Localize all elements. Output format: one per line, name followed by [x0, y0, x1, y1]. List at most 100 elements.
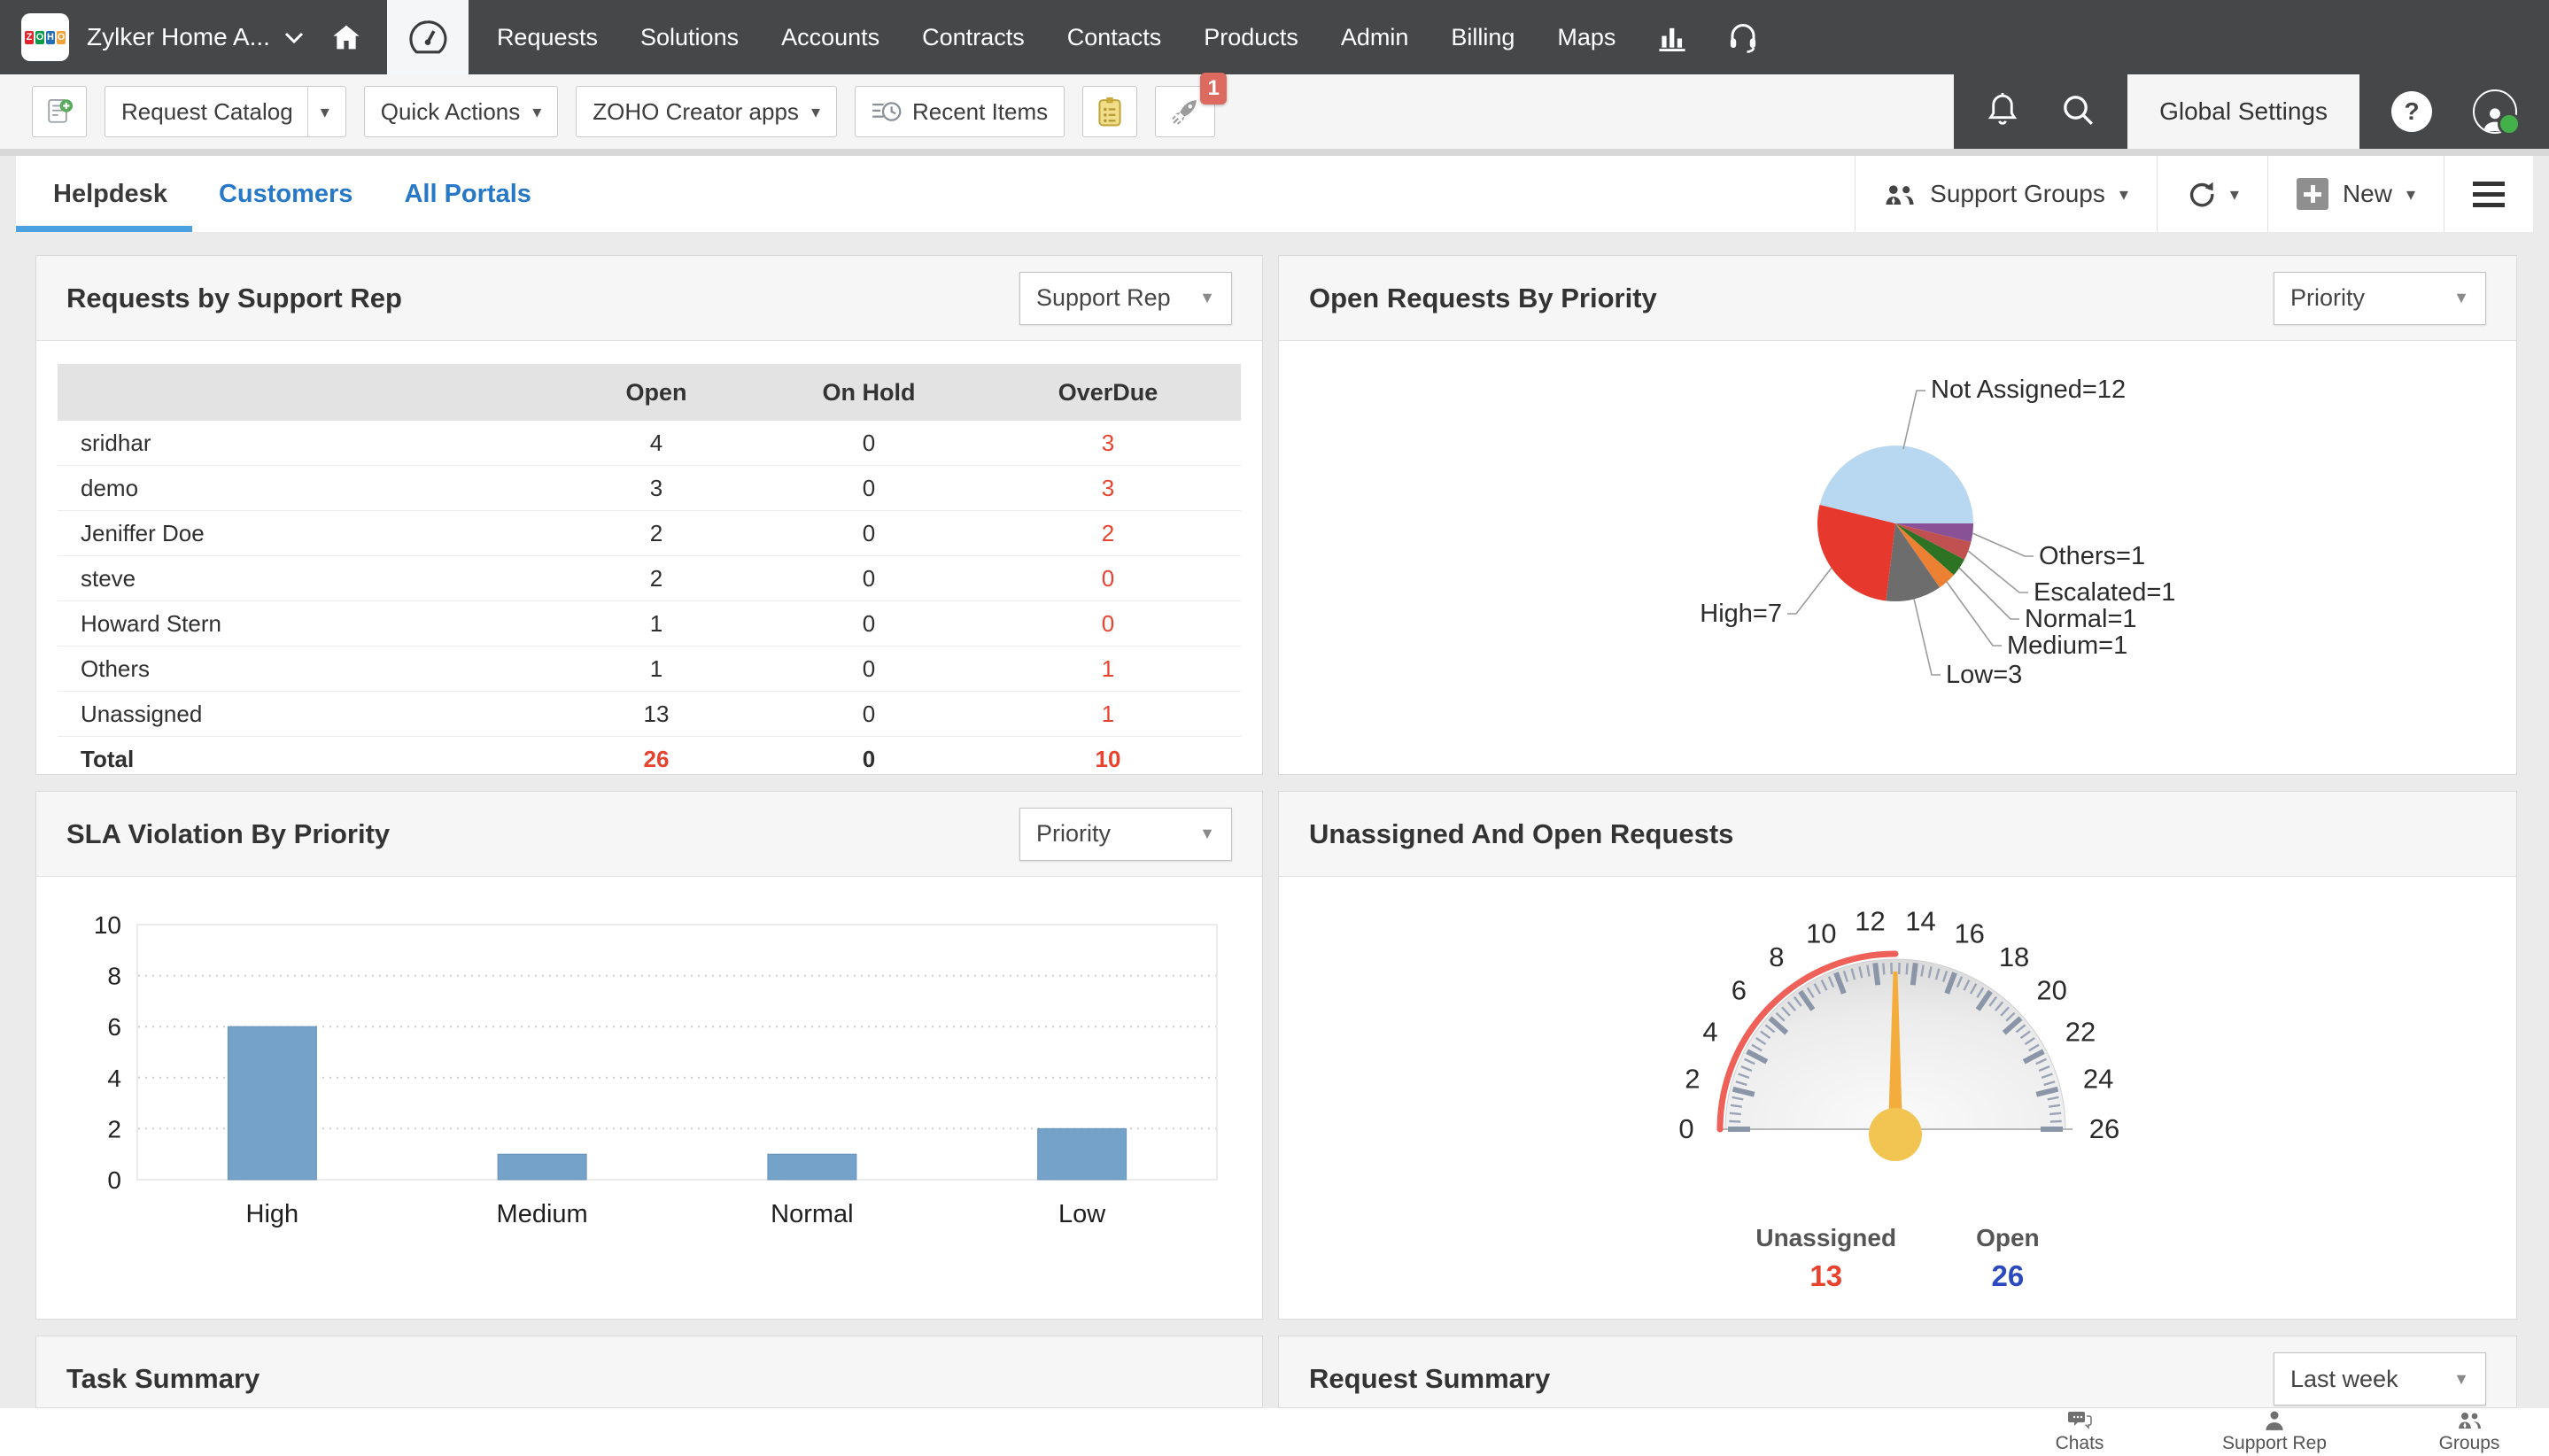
- request-catalog-dropdown[interactable]: Request Catalog ▾: [105, 86, 346, 137]
- svg-text:14: 14: [1905, 906, 1935, 937]
- table-row: sridhar 4 0 3: [58, 421, 1241, 466]
- whats-new-button[interactable]: 1: [1155, 73, 1228, 137]
- total-open: 26: [643, 745, 670, 772]
- creator-apps-dropdown[interactable]: ZOHO Creator apps ▾: [576, 86, 837, 137]
- caret-down-icon: ▼: [2453, 1369, 2469, 1388]
- creator-apps-label: ZOHO Creator apps: [593, 97, 799, 125]
- user-avatar[interactable]: [2473, 89, 2521, 136]
- nav-item-billing[interactable]: Billing: [1429, 0, 1536, 74]
- org-switcher[interactable]: Zylker Home A...: [87, 23, 304, 51]
- dock-groups[interactable]: Groups: [2407, 1410, 2531, 1454]
- support-rep-filter-select[interactable]: Support Rep ▼: [1019, 271, 1232, 325]
- hamburger-icon: [2473, 181, 2505, 207]
- tab-all-portals[interactable]: All Portals: [404, 156, 531, 232]
- card-open-requests-by-priority: Open Requests By Priority Priority ▼ Oth…: [1278, 255, 2517, 775]
- svg-text:Others=1: Others=1: [2039, 542, 2145, 570]
- rep-name: sridhar: [81, 429, 151, 456]
- groups-icon: [2459, 1413, 2481, 1429]
- online-status-dot: [2498, 112, 2521, 136]
- dock-support-rep[interactable]: Support Rep: [2212, 1410, 2336, 1454]
- caret-down-icon: ▾: [2406, 184, 2415, 205]
- home-icon[interactable]: [332, 24, 360, 50]
- plus-icon: [2296, 178, 2328, 210]
- request-catalog-label: Request Catalog: [121, 97, 293, 125]
- help-button[interactable]: ?: [2391, 91, 2432, 132]
- logo-letter: H: [46, 30, 55, 44]
- card-title: Unassigned And Open Requests: [1309, 817, 1734, 849]
- table-row: demo 3 0 3: [58, 466, 1241, 511]
- rep-name: Howard Stern: [81, 609, 221, 637]
- open-count: 3: [649, 474, 663, 501]
- add-request-button[interactable]: [32, 86, 87, 137]
- logo-letter: O: [57, 30, 66, 44]
- overdue-count: 3: [1101, 474, 1115, 501]
- nav-item-admin[interactable]: Admin: [1320, 0, 1430, 74]
- support-groups-dropdown[interactable]: Support Groups ▾: [1855, 156, 2157, 232]
- open-count: 2: [649, 564, 663, 592]
- card-title: Open Requests By Priority: [1309, 282, 1657, 314]
- on-hold-count: 0: [862, 474, 876, 501]
- rep-name: Others: [81, 654, 151, 682]
- headset-icon[interactable]: [1708, 21, 1778, 53]
- col-open: Open: [625, 378, 687, 406]
- dock-chats[interactable]: Chats: [2018, 1410, 2142, 1454]
- menu-button[interactable]: [2444, 156, 2533, 232]
- nav-item-requests[interactable]: Requests: [476, 0, 619, 74]
- refresh-button[interactable]: ▾: [2156, 156, 2267, 232]
- svg-text:24: 24: [2083, 1064, 2113, 1095]
- requests-table: Open On Hold OverDue sridhar 4 0 3 demo …: [58, 364, 1241, 774]
- tab-helpdesk[interactable]: Helpdesk: [16, 156, 192, 232]
- stat-label: Unassigned: [1755, 1224, 1897, 1251]
- bottom-dock: Chats Support Rep Groups: [0, 1408, 2549, 1456]
- overdue-count: 3: [1101, 429, 1115, 456]
- tab-dashboard-active[interactable]: [386, 0, 469, 74]
- global-settings-button[interactable]: Global Settings: [2127, 74, 2359, 149]
- rep-name: demo: [81, 474, 139, 501]
- nav-item-maps[interactable]: Maps: [1536, 0, 1637, 74]
- reports-chart-icon[interactable]: [1637, 23, 1708, 51]
- svg-text:Low: Low: [1058, 1200, 1106, 1228]
- priority-filter-select[interactable]: Priority ▼: [1019, 807, 1232, 861]
- total-label: Total: [81, 745, 135, 772]
- svg-text:4: 4: [1702, 1016, 1717, 1047]
- caret-down-icon: ▾: [320, 102, 329, 122]
- org-name: Zylker Home A...: [87, 23, 270, 50]
- svg-text:26: 26: [2089, 1113, 2119, 1144]
- open-count: 1: [649, 654, 663, 682]
- new-button[interactable]: New ▾: [2266, 156, 2444, 232]
- clipboard-button[interactable]: [1082, 86, 1138, 137]
- nav-item-solutions[interactable]: Solutions: [619, 0, 760, 74]
- col-on-hold: On Hold: [822, 378, 916, 406]
- speedometer-icon: [409, 20, 447, 54]
- last-week-filter-select[interactable]: Last week ▼: [2274, 1352, 2486, 1406]
- svg-text:2: 2: [1685, 1064, 1700, 1095]
- tab-customers[interactable]: Customers: [219, 156, 353, 232]
- nav-item-products[interactable]: Products: [1182, 0, 1320, 74]
- card-title: Task Summary: [66, 1363, 260, 1394]
- logo-letter: Z: [25, 30, 34, 44]
- svg-text:Low=3: Low=3: [1946, 661, 2022, 689]
- quick-actions-dropdown[interactable]: Quick Actions ▾: [363, 86, 559, 137]
- priority-filter-select[interactable]: Priority ▼: [2274, 271, 2486, 325]
- bell-icon[interactable]: [1986, 91, 2019, 133]
- nav-item-accounts[interactable]: Accounts: [760, 0, 901, 74]
- toolbar: Request Catalog ▾ Quick Actions ▾ ZOHO C…: [0, 73, 2549, 156]
- toolbar-right: Global Settings ?: [1954, 74, 2549, 149]
- new-label: New: [2342, 180, 2392, 207]
- rep-name: steve: [81, 564, 136, 592]
- svg-text:6: 6: [107, 1013, 121, 1041]
- nav-item-contacts[interactable]: Contacts: [1046, 0, 1183, 74]
- svg-text:2: 2: [107, 1115, 121, 1142]
- open-count: 1: [649, 609, 663, 637]
- pie-chart: Others=1 Escalated=1Normal=1Medium=1Low=3…: [1700, 376, 2175, 689]
- on-hold-count: 0: [862, 564, 876, 592]
- svg-text:10: 10: [1806, 918, 1836, 949]
- nav-item-contracts[interactable]: Contracts: [901, 0, 1046, 74]
- search-icon[interactable]: [2060, 92, 2096, 132]
- table-row: steve 2 0 0: [58, 556, 1241, 601]
- svg-text:Normal: Normal: [771, 1200, 853, 1228]
- recent-items-button[interactable]: Recent Items: [854, 86, 1065, 137]
- zoho-logo-icon[interactable]: ZOHO: [21, 13, 69, 61]
- toolbar-dark-segment-2: ?: [2359, 74, 2549, 149]
- on-hold-count: 0: [862, 429, 876, 456]
